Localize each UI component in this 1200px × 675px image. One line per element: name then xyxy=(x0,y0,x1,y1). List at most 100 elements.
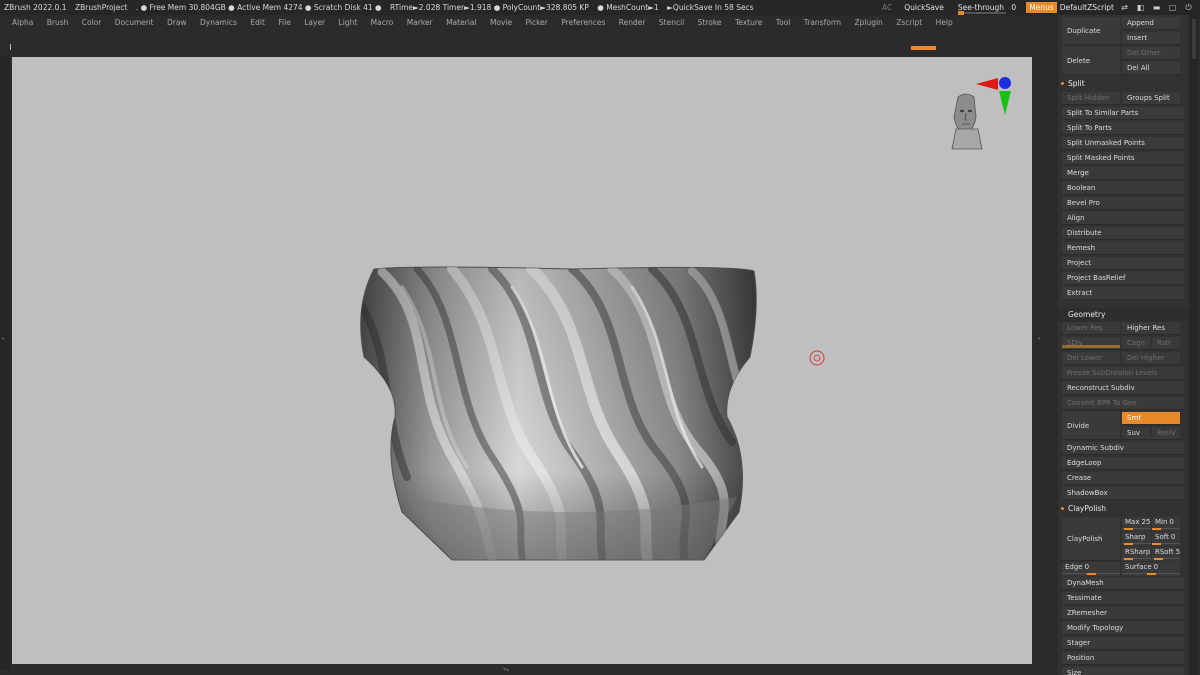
menu-edit[interactable]: Edit xyxy=(250,18,265,27)
stager-button[interactable]: Stager xyxy=(1062,637,1184,650)
soft-knob[interactable] xyxy=(1152,543,1161,545)
suv-toggle[interactable]: Suv xyxy=(1122,427,1150,440)
size-button[interactable]: Size xyxy=(1062,667,1184,675)
convert-bpr-button[interactable]: Convert BPR To Geo xyxy=(1062,397,1184,410)
dynamesh-button[interactable]: DynaMesh xyxy=(1062,577,1184,590)
claypolish-section-header[interactable]: ClayPolish xyxy=(1058,502,1188,516)
lower-res-button[interactable]: Lower Res xyxy=(1062,322,1120,335)
sharp-slider[interactable]: Sharp xyxy=(1122,532,1151,546)
menu-tool[interactable]: Tool xyxy=(776,18,791,27)
head-navigation-icon[interactable] xyxy=(951,93,983,150)
min-knob[interactable] xyxy=(1152,528,1161,530)
cage-button[interactable]: Cage xyxy=(1122,337,1150,350)
rsharp-knob[interactable] xyxy=(1124,558,1133,560)
min-slider[interactable]: Min 0 xyxy=(1152,517,1180,531)
duplicate-button[interactable]: Duplicate xyxy=(1062,17,1120,45)
menu-picker[interactable]: Picker xyxy=(526,18,548,27)
swap-icon[interactable]: ⇄ xyxy=(1120,3,1129,12)
menu-alpha[interactable]: Alpha xyxy=(12,18,33,27)
menu-material[interactable]: Material xyxy=(446,18,476,27)
ac-button[interactable]: AC xyxy=(882,0,892,15)
rsoft-slider[interactable]: RSoft 5 xyxy=(1152,547,1180,561)
axis-gizmo-icon[interactable] xyxy=(976,77,1011,115)
freeze-subdiv-button[interactable]: Freeze SubDivision Levels xyxy=(1062,367,1184,380)
layout-icon[interactable]: ◧ xyxy=(1136,3,1145,12)
menu-draw[interactable]: Draw xyxy=(167,18,187,27)
menu-render[interactable]: Render xyxy=(619,18,646,27)
shadowbox-button[interactable]: ShadowBox xyxy=(1062,487,1184,500)
delete-button[interactable]: Delete xyxy=(1062,47,1120,75)
project-button[interactable]: Project xyxy=(1062,257,1184,270)
bevel-pro-button[interactable]: Bevel Pro xyxy=(1062,197,1184,210)
menu-zscript[interactable]: Zscript xyxy=(896,18,922,27)
default-zscript-button[interactable]: DefaultZScript xyxy=(1060,0,1114,15)
distribute-button[interactable]: Distribute xyxy=(1062,227,1184,240)
menu-zplugin[interactable]: Zplugin xyxy=(854,18,882,27)
geometry-section-header[interactable]: Geometry xyxy=(1058,308,1188,322)
soft-slider[interactable]: Soft 0 xyxy=(1152,532,1180,546)
align-button[interactable]: Align xyxy=(1062,212,1184,225)
menu-texture[interactable]: Texture xyxy=(735,18,762,27)
close-icon[interactable]: ⏻ xyxy=(1184,3,1193,12)
edge-slider[interactable]: Edge 0 xyxy=(1062,562,1120,576)
menu-stencil[interactable]: Stencil xyxy=(659,18,684,27)
menus-toggle[interactable]: Menus xyxy=(1026,2,1057,13)
maximize-icon[interactable]: ▢ xyxy=(1168,3,1177,12)
panel-scrollbar[interactable] xyxy=(1190,15,1198,675)
reconstruct-subdiv-button[interactable]: Reconstruct Subdiv xyxy=(1062,382,1184,395)
menu-help[interactable]: Help xyxy=(936,18,953,27)
split-hidden-button[interactable]: Split Hidden xyxy=(1062,92,1120,105)
shelf-indicator[interactable] xyxy=(911,46,936,50)
split-masked-button[interactable]: Split Masked Points xyxy=(1062,152,1184,165)
menu-macro[interactable]: Macro xyxy=(371,18,394,27)
left-tray-grip[interactable]: ▸ xyxy=(2,335,5,351)
append-button[interactable]: Append xyxy=(1122,17,1180,30)
zremesher-button[interactable]: ZRemesher xyxy=(1062,607,1184,620)
sculpt-mesh[interactable] xyxy=(360,266,757,561)
max-knob[interactable] xyxy=(1124,528,1133,530)
panel-scrollbar-thumb[interactable] xyxy=(1192,19,1196,59)
dynamic-subdiv-button[interactable]: Dynamic Subdiv xyxy=(1062,442,1184,455)
reuv-toggle[interactable]: ReUV xyxy=(1152,427,1180,440)
split-similar-button[interactable]: Split To Similar Parts xyxy=(1062,107,1184,120)
menu-file[interactable]: File xyxy=(278,18,291,27)
higher-res-button[interactable]: Higher Res xyxy=(1122,322,1180,335)
menu-stroke[interactable]: Stroke xyxy=(698,18,722,27)
menu-light[interactable]: Light xyxy=(339,18,358,27)
rstr-button[interactable]: Rstr xyxy=(1152,337,1180,350)
surface-knob[interactable] xyxy=(1147,573,1156,575)
del-higher-button[interactable]: Del Higher xyxy=(1122,352,1180,365)
max-slider[interactable]: Max 25 xyxy=(1122,517,1151,531)
extract-button[interactable]: Extract xyxy=(1062,287,1184,300)
bottom-tray-grip[interactable]: ▾▴ xyxy=(482,667,530,673)
minimize-icon[interactable]: ▬ xyxy=(1152,3,1161,12)
split-parts-button[interactable]: Split To Parts xyxy=(1062,122,1184,135)
quicksave-button[interactable]: QuickSave xyxy=(904,0,944,15)
right-tray-grip[interactable]: ◂ xyxy=(1037,335,1040,351)
menu-transform[interactable]: Transform xyxy=(804,18,841,27)
modify-topology-button[interactable]: Modify Topology xyxy=(1062,622,1184,635)
menu-color[interactable]: Color xyxy=(82,18,102,27)
menu-document[interactable]: Document xyxy=(115,18,154,27)
menu-brush[interactable]: Brush xyxy=(47,18,69,27)
smt-toggle[interactable]: Smt xyxy=(1122,412,1180,425)
menu-dynamics[interactable]: Dynamics xyxy=(200,18,237,27)
menu-layer[interactable]: Layer xyxy=(304,18,325,27)
project-basrelief-button[interactable]: Project BasRelief xyxy=(1062,272,1184,285)
split-section-header[interactable]: Split xyxy=(1058,77,1188,91)
see-through-slider[interactable]: See-through 0 xyxy=(957,0,1016,15)
crease-button[interactable]: Crease xyxy=(1062,472,1184,485)
boolean-button[interactable]: Boolean xyxy=(1062,182,1184,195)
edge-knob[interactable] xyxy=(1087,573,1096,575)
rsoft-knob[interactable] xyxy=(1154,558,1163,560)
groups-split-button[interactable]: Groups Split xyxy=(1122,92,1180,105)
menu-movie[interactable]: Movie xyxy=(490,18,512,27)
remesh-button[interactable]: Remesh xyxy=(1062,242,1184,255)
divide-button[interactable]: Divide xyxy=(1062,412,1120,440)
rsharp-slider[interactable]: RSharp xyxy=(1122,547,1151,561)
document-canvas[interactable] xyxy=(12,57,1032,664)
left-tray[interactable] xyxy=(0,55,10,670)
insert-button[interactable]: Insert xyxy=(1122,32,1180,45)
del-lower-button[interactable]: Del Lower xyxy=(1062,352,1120,365)
menu-marker[interactable]: Marker xyxy=(407,18,433,27)
